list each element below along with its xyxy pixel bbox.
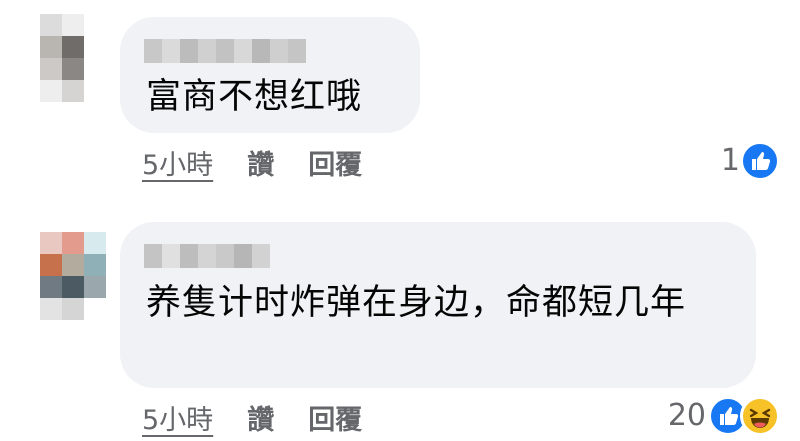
haha-icon[interactable] (740, 396, 780, 436)
reply-button[interactable]: 回覆 (308, 143, 362, 182)
reply-button[interactable]: 回覆 (308, 398, 362, 437)
timestamp-link[interactable]: 5小時 (142, 143, 213, 182)
avatar[interactable] (18, 14, 106, 102)
comment-bubble: 养隻计时炸弹在身边，命都短几年 (120, 222, 756, 388)
commenter-name[interactable] (144, 39, 306, 63)
comment-text: 富商不想红哦 (146, 77, 363, 117)
avatar[interactable] (18, 232, 106, 320)
commenter-name[interactable] (144, 244, 270, 268)
like-button[interactable]: 讚 (247, 398, 274, 437)
reaction-count[interactable]: 1 (710, 143, 740, 178)
timestamp-link[interactable]: 5小時 (142, 398, 213, 437)
like-icon[interactable] (740, 141, 780, 181)
reaction-count[interactable]: 20 (664, 398, 706, 433)
comment-actions: 5小時 讚 回覆 (142, 398, 362, 437)
like-button[interactable]: 讚 (247, 143, 274, 182)
comment-text: 养隻计时炸弹在身边，命都短几年 (146, 283, 687, 323)
comment-bubble: 富商不想红哦 (120, 17, 420, 133)
comment-actions: 5小時 讚 回覆 (142, 143, 362, 182)
